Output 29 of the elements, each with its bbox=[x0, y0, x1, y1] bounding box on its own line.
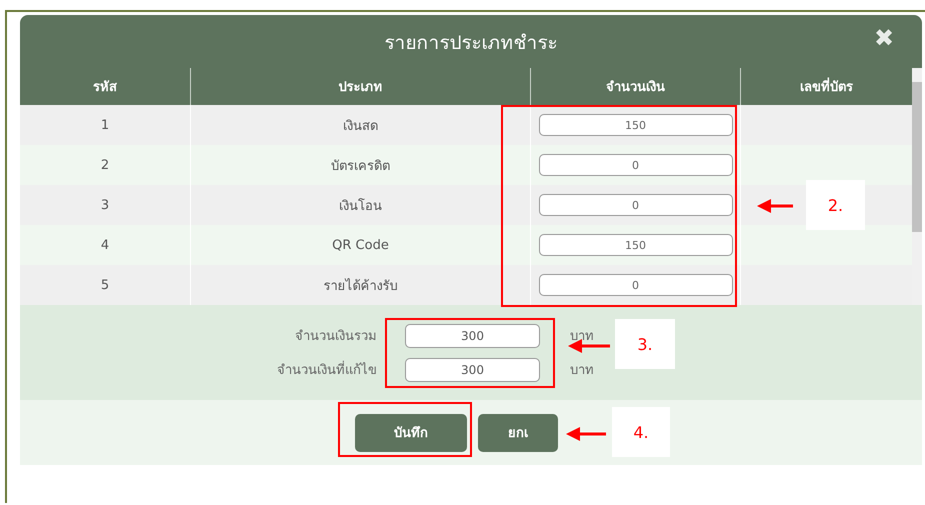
arrow-icon bbox=[568, 339, 610, 353]
table-cell-text: 5 bbox=[100, 276, 110, 294]
arrow-icon bbox=[566, 427, 606, 441]
total-field[interactable]: 300 bbox=[405, 324, 540, 348]
table-cell-text: 3 bbox=[100, 196, 110, 214]
dialog-title: รายการประเภทชำระ bbox=[384, 30, 558, 56]
field-label: จำนวนเงินที่แก้ไข bbox=[20, 359, 405, 380]
step-label: 2. bbox=[806, 180, 865, 230]
step-label: 3. bbox=[615, 319, 675, 369]
column-header: จำนวนเงิน bbox=[530, 68, 740, 105]
column-header: รหัส bbox=[92, 79, 118, 97]
field-label: จำนวนเงินรวม bbox=[294, 328, 378, 346]
scrollbar[interactable] bbox=[912, 68, 922, 305]
total-field[interactable]: 300 bbox=[405, 358, 540, 382]
step-label: 4. bbox=[612, 407, 670, 457]
arrow-icon bbox=[757, 199, 793, 213]
amount-field[interactable]: 0 bbox=[538, 154, 732, 176]
close-button[interactable]: ✖ bbox=[874, 27, 894, 51]
amount-field[interactable]: 150 bbox=[538, 114, 732, 136]
save-button[interactable]: บันทึก bbox=[355, 414, 467, 452]
table-cell-text: 1 bbox=[100, 116, 110, 134]
unit-label: บาท bbox=[569, 328, 595, 346]
amount-field[interactable]: 150 bbox=[538, 234, 732, 256]
table-cell-text: 2 bbox=[100, 156, 110, 174]
amount-field[interactable]: 0 bbox=[538, 274, 732, 296]
unit-label: บาท bbox=[569, 362, 595, 380]
table-cell-text: 4 bbox=[100, 236, 110, 254]
amount-field[interactable]: 0 bbox=[538, 194, 732, 216]
cancel-button[interactable]: ยกเ bbox=[478, 414, 558, 452]
